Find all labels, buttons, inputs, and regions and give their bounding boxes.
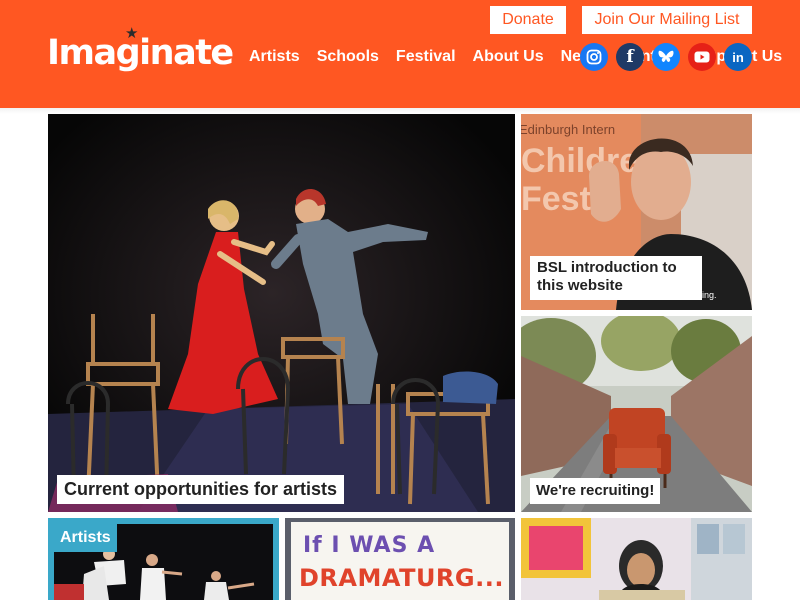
nav-item-about-us[interactable]: About Us [473, 46, 544, 68]
theatre-stage-photo [48, 114, 515, 512]
tile-bsl-introduction[interactable]: Edinburgh Intern Childre Festiv ring. BS… [521, 114, 752, 310]
tile-dramaturg-sign[interactable]: If I WAS A DRAMATURG... [285, 518, 515, 600]
tile-caption[interactable]: Current opportunities for artists [57, 475, 345, 504]
site-header: Imaginate ★ Donate Join Our Mailing List… [0, 0, 800, 108]
handwritten-sign-photo: If I WAS A DRAMATURG... [285, 518, 515, 600]
mailing-list-button[interactable]: Join Our Mailing List [582, 6, 752, 34]
social-links: f in [580, 43, 760, 71]
site-logo[interactable]: Imaginate [47, 30, 234, 76]
tile-tag-artists[interactable]: Artists [54, 524, 117, 552]
nav-item-festival[interactable]: Festival [396, 46, 456, 68]
tile-caption[interactable]: BSL introduction to this website [530, 256, 702, 300]
caption-line-2: this website [537, 277, 623, 294]
youtube-icon[interactable] [688, 43, 716, 71]
facebook-icon[interactable]: f [616, 43, 644, 71]
tile-caption[interactable]: We're recruiting! [530, 478, 661, 504]
tile-current-opportunities[interactable]: Current opportunities for artists [48, 114, 515, 512]
tile-classroom-child[interactable] [521, 518, 752, 600]
linkedin-icon[interactable]: in [724, 43, 752, 71]
tile-recruiting[interactable]: We're recruiting! [521, 316, 752, 512]
logo-star-icon: ★ [125, 24, 139, 42]
donate-button[interactable]: Donate [490, 6, 566, 34]
instagram-icon[interactable] [580, 43, 608, 71]
banner-text-2: Childre [521, 142, 638, 180]
sign-line-1: If I WAS A [303, 533, 435, 558]
banner-text-1: Edinburgh Intern [521, 122, 615, 137]
caption-line-1: BSL introduction to [537, 259, 677, 276]
bluesky-icon[interactable] [652, 43, 680, 71]
nav-item-artists[interactable]: Artists [249, 46, 300, 68]
nav-item-schools[interactable]: Schools [317, 46, 379, 68]
classroom-child-photo [521, 518, 752, 600]
tile-artists[interactable]: Artists [48, 518, 279, 600]
sign-line-2: DRAMATURG... [299, 564, 504, 592]
